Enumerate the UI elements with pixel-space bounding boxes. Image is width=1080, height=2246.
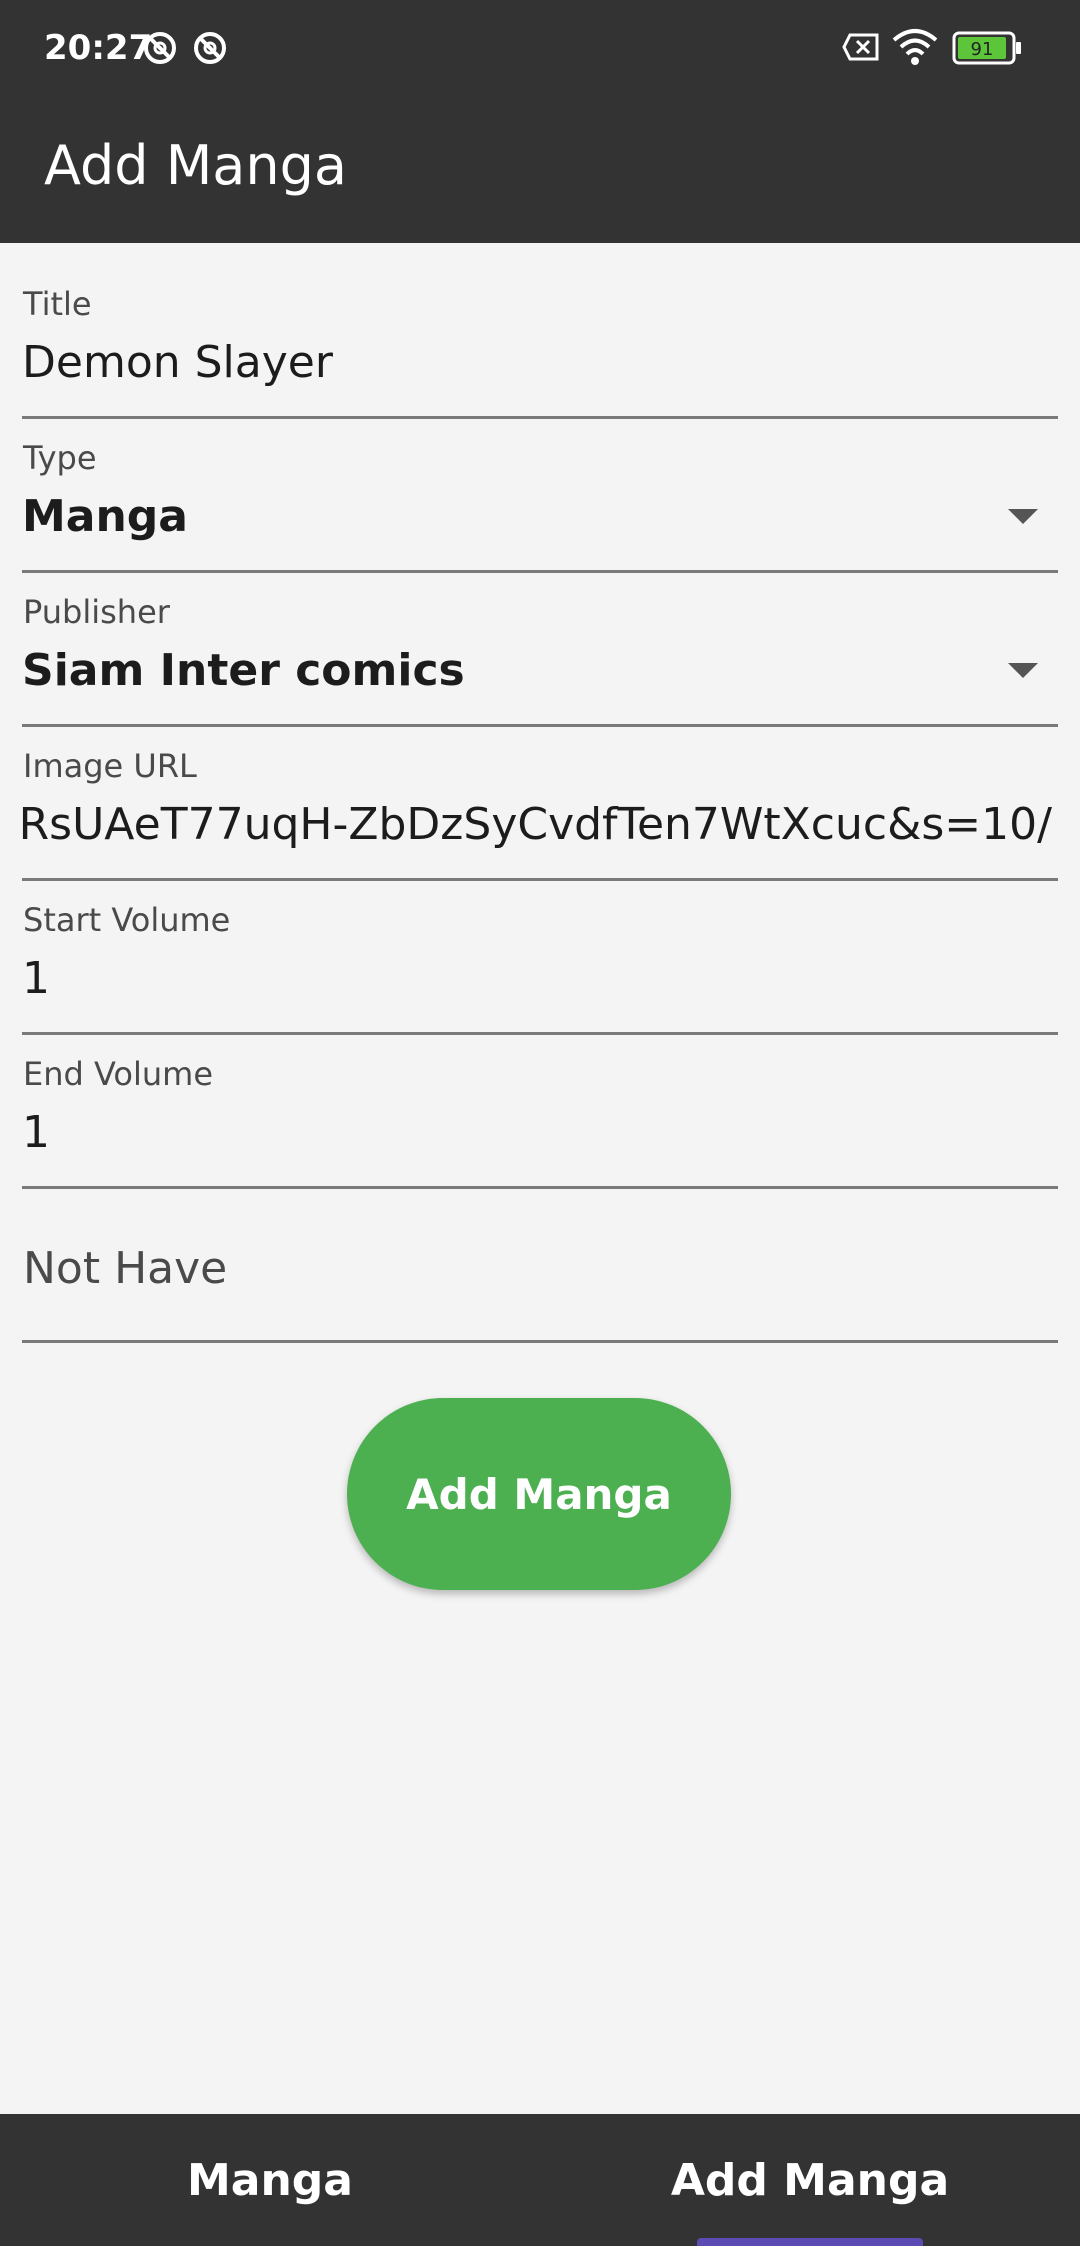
publisher-label: Publisher	[23, 593, 170, 631]
bottom-nav: Manga Add Manga	[0, 2114, 1080, 2246]
title-input[interactable]: Demon Slayer	[22, 337, 333, 388]
title-field[interactable]: Title Demon Slayer	[22, 265, 1058, 419]
image-url-field[interactable]: Image URL /gvrRsUAeT77uqH-ZbDzSyCvdfTen7…	[22, 727, 1058, 881]
page-title: Add Manga	[44, 134, 347, 197]
end-volume-label: End Volume	[23, 1055, 213, 1093]
start-volume-field[interactable]: Start Volume 1	[22, 881, 1058, 1035]
publisher-dropdown[interactable]: Publisher Siam Inter comics	[22, 573, 1058, 727]
publisher-value[interactable]: Siam Inter comics	[22, 645, 465, 696]
nav-item-add-manga[interactable]: Add Manga	[540, 2114, 1080, 2246]
status-bar: 20:27 91	[0, 0, 1080, 96]
active-tab-indicator	[697, 2238, 923, 2246]
not-have-field[interactable]: Not Have	[22, 1189, 1058, 1343]
type-dropdown[interactable]: Type Manga	[22, 419, 1058, 573]
not-have-input[interactable]: Not Have	[23, 1243, 227, 1294]
battery-icon: 91	[952, 31, 1021, 65]
start-volume-input[interactable]: 1	[22, 953, 50, 1004]
type-label: Type	[23, 439, 97, 477]
add-manga-button[interactable]: Add Manga	[347, 1398, 731, 1590]
status-time: 20:27	[44, 28, 153, 68]
nav-item-manga[interactable]: Manga	[0, 2114, 540, 2246]
image-url-label: Image URL	[23, 747, 197, 785]
end-volume-input[interactable]: 1	[22, 1107, 50, 1158]
dnd-icon	[194, 32, 226, 64]
dropdown-arrow-icon[interactable]	[1008, 663, 1038, 678]
no-sim-icon	[842, 33, 879, 61]
app-bar: Add Manga	[0, 96, 1080, 243]
type-value[interactable]: Manga	[22, 491, 188, 542]
battery-level: 91	[971, 39, 994, 60]
dropdown-arrow-icon[interactable]	[1008, 509, 1038, 524]
end-volume-field[interactable]: End Volume 1	[22, 1035, 1058, 1189]
dnd-icon	[144, 32, 176, 64]
title-label: Title	[23, 285, 92, 323]
start-volume-label: Start Volume	[23, 901, 231, 939]
image-url-input[interactable]: /gvrRsUAeT77uqH-ZbDzSyCvdfTen7WtXcuc&s=1…	[22, 799, 1052, 850]
wifi-icon	[892, 29, 938, 65]
